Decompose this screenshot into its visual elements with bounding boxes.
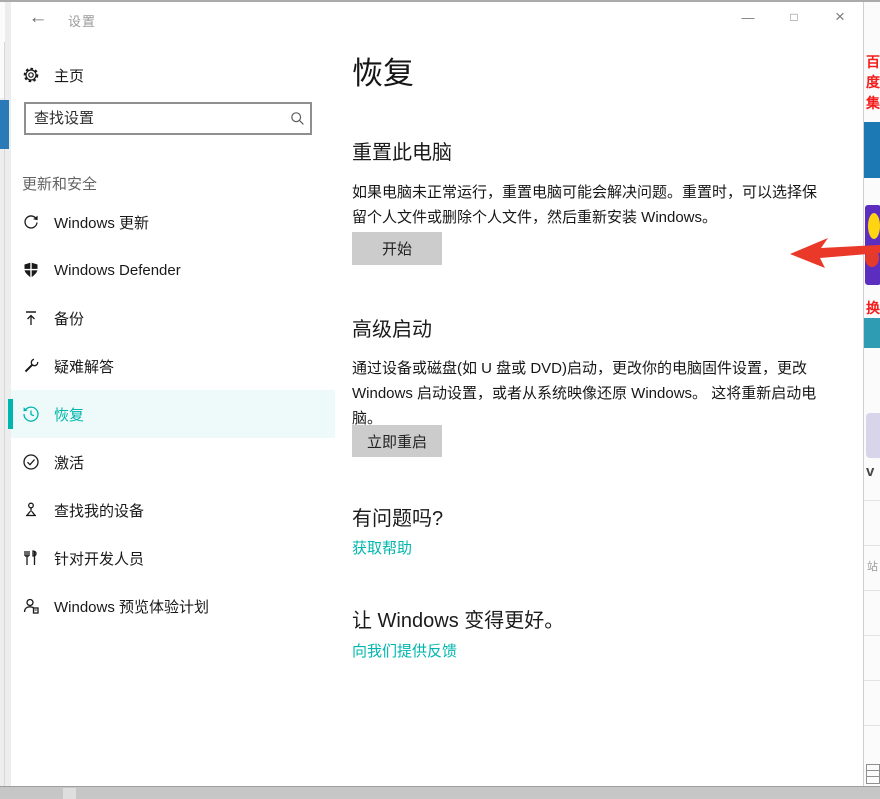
background-blue-block [864, 122, 880, 178]
sidebar-item-label: 备份 [54, 310, 85, 328]
background-text-fragment: 换 [866, 300, 880, 316]
search-icon[interactable] [284, 104, 310, 133]
window-controls: — □ × [725, 2, 863, 32]
gear-icon [22, 66, 40, 84]
sync-icon [22, 213, 40, 231]
back-button[interactable]: ← [23, 4, 53, 32]
page-title: 恢复 [352, 56, 414, 91]
background-divider [4, 42, 5, 786]
sidebar-item-windows-defender[interactable]: Windows Defender [11, 246, 335, 294]
developer-icon [22, 549, 40, 567]
sidebar-item-backup[interactable]: 备份 [11, 294, 335, 342]
background-lavender-block [866, 413, 880, 458]
sidebar-item-label: Windows 更新 [54, 214, 150, 232]
selected-indicator-bar [8, 399, 13, 429]
reset-pc-heading: 重置此电脑 [352, 142, 452, 164]
get-help-link[interactable]: 获取帮助 [352, 537, 412, 558]
feedback-heading: 让 Windows 变得更好。 [352, 610, 565, 632]
background-text-fragment: 度 [866, 74, 880, 90]
locate-device-icon [22, 501, 40, 519]
maximize-icon: □ [790, 10, 798, 24]
window-title: 设置 [68, 14, 97, 29]
sidebar-item-for-developers[interactable]: 针对开发人员 [11, 534, 335, 582]
background-row-line [864, 545, 880, 546]
give-feedback-link[interactable]: 向我们提供反馈 [352, 640, 457, 661]
background-window-right-sliver: 百 度 集 换 v 站 [863, 2, 880, 786]
sidebar-item-troubleshoot[interactable]: 疑难解答 [11, 342, 335, 390]
sidebar-item-label: Windows Defender [54, 261, 181, 279]
sidebar-item-windows-update[interactable]: Windows 更新 [11, 198, 335, 246]
question-heading: 有问题吗? [352, 508, 444, 530]
backup-icon [22, 309, 40, 327]
background-text-fragment: 站 [867, 561, 878, 573]
search-box [24, 102, 312, 135]
insider-person-icon [22, 597, 40, 615]
shield-icon [22, 261, 40, 279]
background-row-line [864, 590, 880, 591]
wrench-icon [22, 357, 40, 375]
history-icon [22, 405, 40, 423]
search-input[interactable] [26, 110, 284, 127]
get-started-button[interactable]: 开始 [352, 232, 442, 265]
background-row-line [864, 680, 880, 681]
sidebar-item-label: 主页 [54, 67, 85, 85]
maximize-button[interactable]: □ [771, 2, 817, 32]
sidebar-item-activation[interactable]: 激活 [11, 438, 335, 486]
background-logo-yellow [868, 213, 880, 239]
minimize-button[interactable]: — [725, 2, 771, 32]
sidebar: 主页 更新和安全 Windows 更新 [8, 34, 341, 786]
close-button[interactable]: × [817, 2, 863, 32]
background-logo-fragment [865, 205, 880, 285]
background-text-fragment: 集 [866, 95, 880, 111]
close-icon: × [835, 7, 845, 26]
check-circle-icon [22, 453, 40, 471]
background-row-line [864, 635, 880, 636]
sidebar-item-label: 查找我的设备 [54, 502, 145, 520]
reset-pc-description: 如果电脑未正常运行，重置电脑可能会解决问题。重置时，可以选择保留个人文件或删除个… [352, 184, 818, 226]
background-row-line [864, 725, 880, 726]
background-fragment [63, 788, 76, 799]
screen-bottom-strip [0, 786, 880, 799]
sidebar-item-label: 激活 [54, 454, 85, 472]
sidebar-item-recovery[interactable]: 恢复 [8, 390, 335, 438]
sidebar-item-label: Windows 预览体验计划 [54, 598, 210, 616]
background-teal-block [864, 318, 880, 348]
settings-window: ← 设置 — □ × 主页 查找设置 更新和安全 Windows 更新 Wind… [8, 2, 880, 786]
sidebar-nav: Windows 更新 Windows Defender 备份 疑难解答 恢复 激… [8, 198, 335, 630]
background-grid-fragment [866, 764, 880, 784]
background-text-fragment: 百 [866, 54, 880, 70]
sidebar-item-label: 针对开发人员 [54, 550, 145, 568]
sidebar-section-label: 更新和安全 [22, 176, 98, 193]
background-logo-red [865, 249, 879, 267]
sidebar-item-home[interactable]: 主页 [11, 58, 331, 92]
sidebar-item-label: 恢复 [54, 406, 85, 424]
sidebar-item-find-my-device[interactable]: 查找我的设备 [11, 486, 335, 534]
minimize-icon: — [741, 9, 755, 25]
advanced-startup-description: 通过设备或磁盘(如 U 盘或 DVD)启动，更改你的电脑固件设置，更改 Wind… [352, 360, 817, 427]
back-arrow-icon: ← [28, 7, 48, 28]
sidebar-item-windows-insider[interactable]: Windows 预览体验计划 [11, 582, 335, 630]
background-text-fragment: v [866, 463, 875, 480]
background-window-left-sliver [0, 2, 11, 786]
restart-now-button[interactable]: 立即重启 [352, 425, 442, 457]
titlebar: ← 设置 — □ × [11, 2, 863, 34]
background-row-line [864, 500, 880, 501]
sidebar-item-label: 疑难解答 [54, 358, 115, 376]
advanced-startup-heading: 高级启动 [352, 319, 432, 341]
background-blue-fragment [0, 100, 9, 149]
